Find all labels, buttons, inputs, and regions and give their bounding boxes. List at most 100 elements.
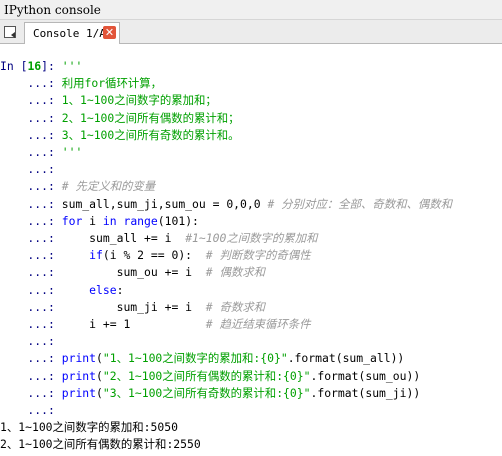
close-icon[interactable]: ✕ bbox=[103, 26, 116, 39]
code-token: 2、1~100之间所有偶数的累计和； bbox=[61, 110, 240, 125]
code-token: print bbox=[61, 385, 97, 400]
code-token: in bbox=[102, 213, 124, 228]
prompt-continuation: ...: bbox=[0, 265, 55, 280]
code-token: # 趋近结束循环条件 bbox=[205, 317, 311, 331]
code-line: ...: sum_all += i #1~100之间数字的累加和 bbox=[0, 230, 317, 247]
code-line: ...: 利用for循环计算， bbox=[0, 75, 162, 92]
code-line: ...: ''' bbox=[0, 144, 82, 161]
code-token: "1、1~100之间数字的累加和:{0}" bbox=[102, 351, 288, 366]
code-token: # 分别对应：全部、奇数和、偶数和 bbox=[267, 196, 453, 211]
code-token: (101): bbox=[157, 213, 199, 228]
code-token: sum_all,sum_ji,sum_ou = 0,0,0 bbox=[61, 196, 268, 211]
code-line: ...: print("2、1~100之间所有偶数的累计和:{0}".forma… bbox=[0, 368, 420, 385]
prompt-continuation: ...: bbox=[0, 213, 55, 228]
prompt-continuation: ...: bbox=[0, 162, 55, 177]
prompt-gap bbox=[55, 283, 62, 297]
tab-label: Console 1/A bbox=[33, 27, 106, 40]
code-line: In [16]: ''' bbox=[0, 58, 82, 75]
code-token: i bbox=[89, 213, 103, 228]
code-line: ...: bbox=[0, 161, 62, 178]
window-title: IPython console bbox=[4, 3, 101, 17]
code-line: ...: 3、1~100之间所有奇数的累计和。 bbox=[0, 127, 240, 144]
code-token: #1~100之间数字的累加和 bbox=[185, 231, 318, 245]
prompt-continuation: ...: bbox=[0, 248, 55, 263]
prompt-gap bbox=[55, 93, 62, 107]
prompt-gap bbox=[55, 76, 62, 90]
code-line: ...: bbox=[0, 402, 62, 419]
code-token: sum_ji += i bbox=[61, 299, 206, 314]
new-console-icon[interactable] bbox=[3, 25, 19, 39]
output-line: 1、1~100之间数字的累加和:5050 bbox=[0, 420, 178, 435]
code-token: # 偶数求和 bbox=[205, 265, 266, 280]
prompt-continuation: ...: bbox=[0, 179, 55, 194]
prompt-gap bbox=[55, 197, 62, 211]
prompt-continuation: ...: bbox=[0, 282, 55, 297]
code-token: .format(sum_all)) bbox=[287, 351, 405, 366]
prompt-continuation: ...: bbox=[0, 76, 55, 91]
code-line: ...: else: bbox=[0, 282, 123, 299]
code-token: else bbox=[89, 282, 117, 297]
prompt-continuation: ...: bbox=[0, 317, 55, 331]
code-token: # 判断数字的奇偶性 bbox=[205, 248, 311, 263]
prompt-gap bbox=[55, 231, 62, 245]
prompt-gap bbox=[55, 145, 62, 159]
code-line: ...: 1、1~100之间数字的累加和； bbox=[0, 92, 217, 109]
prompt-continuation: ...: bbox=[0, 110, 55, 125]
code-token: sum_ou += i bbox=[61, 265, 206, 280]
prompt-continuation: ...: bbox=[0, 385, 55, 400]
prompt-gap bbox=[55, 179, 62, 193]
code-line: ...: sum_ji += i # 奇数求和 bbox=[0, 299, 265, 316]
prompt-continuation: ...: bbox=[0, 403, 55, 417]
window-titlebar: IPython console bbox=[0, 0, 502, 20]
code-line: ...: 2、1~100之间所有偶数的累计和； bbox=[0, 110, 240, 127]
prompt-gap bbox=[55, 300, 62, 314]
code-line: ...: sum_ou += i # 偶数求和 bbox=[0, 264, 265, 281]
prompt-gap bbox=[55, 403, 62, 417]
code-line: ...: for i in range(101): bbox=[0, 213, 199, 230]
code-line: ...: sum_all,sum_ji,sum_ou = 0,0,0 # 分别对… bbox=[0, 196, 452, 213]
code-token: i += 1 bbox=[61, 317, 206, 331]
code-line: ...: print("1、1~100之间数字的累加和:{0}".format(… bbox=[0, 350, 404, 367]
prompt-gap bbox=[55, 369, 62, 383]
code-token: ''' bbox=[61, 59, 83, 73]
prompt-in-label: In [ bbox=[0, 59, 28, 73]
prompt-continuation: ...: bbox=[0, 351, 55, 366]
prompt-continuation: ...: bbox=[0, 299, 55, 314]
prompt-gap bbox=[55, 334, 62, 348]
code-token: .format(sum_ou)) bbox=[310, 368, 421, 383]
console-output-area[interactable]: In [16]: ''' ...: 利用for循环计算， ...: 1、1~10… bbox=[0, 44, 502, 456]
tab-console-1a[interactable]: Console 1/A ✕ bbox=[24, 22, 120, 44]
code-line: ...: bbox=[0, 333, 62, 350]
code-token: "2、1~100之间所有偶数的累计和:{0}" bbox=[102, 368, 311, 383]
code-line: ...: if(i % 2 == 0): # 判断数字的奇偶性 bbox=[0, 247, 311, 264]
prompt-in-close: ]: bbox=[41, 59, 55, 73]
code-token: # 奇数求和 bbox=[205, 299, 266, 314]
prompt-gap bbox=[55, 317, 62, 331]
prompt-gap bbox=[55, 214, 62, 228]
code-token: print bbox=[61, 351, 97, 366]
prompt-number: 16 bbox=[27, 59, 42, 73]
console-tabbar: Console 1/A ✕ bbox=[0, 20, 502, 44]
code-token: if bbox=[89, 248, 103, 263]
code-token: sum_all += i bbox=[61, 231, 186, 245]
prompt-gap bbox=[55, 386, 62, 400]
prompt-continuation: ...: bbox=[0, 127, 55, 142]
code-token: # 先定义和的变量 bbox=[61, 179, 156, 194]
code-token: .format(sum_ji)) bbox=[310, 385, 421, 400]
code-token: ( bbox=[96, 368, 103, 383]
prompt-gap bbox=[55, 351, 62, 365]
code-token: "3、1~100之间所有奇数的累计和:{0}" bbox=[102, 385, 311, 400]
prompt-continuation: ...: bbox=[0, 145, 55, 159]
code-token: (i % 2 == 0): bbox=[102, 248, 206, 263]
code-token: : bbox=[116, 282, 124, 297]
code-token: range bbox=[123, 213, 158, 228]
prompt-gap bbox=[55, 59, 62, 73]
code-token: ( bbox=[96, 385, 103, 400]
code-token: 利用for循环计算， bbox=[61, 76, 163, 91]
output-line: 2、1~100之间所有偶数的累计和:2550 bbox=[0, 437, 201, 452]
code-token: 1、1~100之间数字的累加和； bbox=[61, 93, 217, 108]
code-token: ''' bbox=[61, 145, 83, 159]
code-line: ...: # 先定义和的变量 bbox=[0, 178, 155, 195]
code-token: 3、1~100之间所有奇数的累计和。 bbox=[61, 127, 240, 142]
